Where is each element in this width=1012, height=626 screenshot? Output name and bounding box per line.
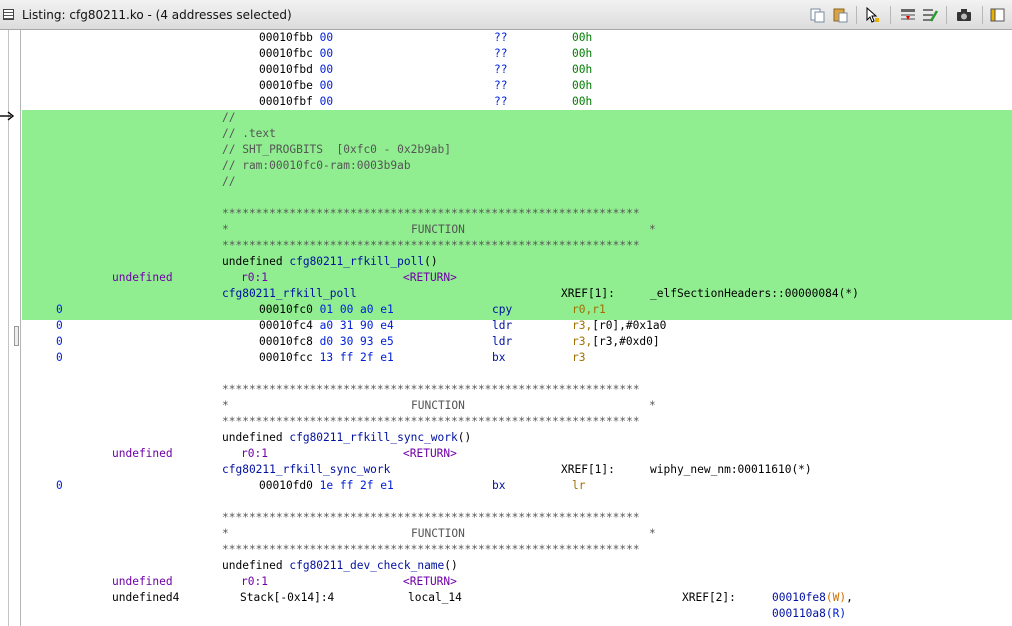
- data-mnemonic: ??: [494, 95, 508, 108]
- data-mnemonic: ??: [494, 79, 508, 92]
- stack-depth: 0: [56, 335, 63, 348]
- param-type: undefined4: [112, 591, 180, 604]
- return-tag: <RETURN>: [403, 575, 457, 588]
- instruction-row[interactable]: 00010fd0 1e ff 2f e1: [259, 478, 394, 494]
- function-signature[interactable]: undefined cfg80211_rfkill_poll(): [222, 254, 438, 270]
- data-operand: 00h: [572, 31, 593, 44]
- data-operand: 00h: [572, 47, 593, 60]
- section-comment: // ram:00010fc0-ram:0003b9ab: [222, 159, 411, 172]
- xref-header: XREF[1]:: [561, 463, 615, 476]
- section-comment: //: [222, 111, 236, 124]
- banner-star: *: [222, 527, 229, 540]
- data-mnemonic: ??: [494, 63, 508, 76]
- banner-star: *: [649, 399, 656, 412]
- xref-link[interactable]: 000110a8(R): [772, 606, 846, 622]
- function-banner-label: FUNCTION: [411, 399, 465, 412]
- function-banner-border: ****************************************…: [222, 511, 640, 524]
- stack-depth: 0: [56, 351, 63, 364]
- return-register: r0:1: [241, 575, 268, 588]
- banner-star: *: [649, 527, 656, 540]
- banner-star: *: [649, 223, 656, 236]
- banner-star: *: [222, 223, 229, 236]
- instruction-operands: lr: [572, 479, 586, 492]
- function-banner-border: ****************************************…: [222, 415, 640, 428]
- data-row[interactable]: 00010fbe 00: [259, 78, 333, 94]
- xref-link[interactable]: _elfSectionHeaders::00000084(*): [650, 286, 859, 302]
- banner-star: *: [222, 399, 229, 412]
- data-row[interactable]: 00010fbd 00: [259, 62, 333, 78]
- stack-depth: 0: [56, 319, 63, 332]
- instruction-operands: r3: [572, 351, 586, 364]
- instruction-row[interactable]: 00010fc8 d0 30 93 e5: [259, 334, 394, 350]
- instruction-mnemonic: cpy: [492, 303, 513, 316]
- function-signature[interactable]: undefined cfg80211_rfkill_sync_work(): [222, 430, 471, 446]
- xref-header: XREF[1]:: [561, 287, 615, 300]
- section-comment: // .text: [222, 127, 276, 140]
- instruction-operands: r0,r1: [572, 303, 606, 316]
- snapshot-icon[interactable]: [956, 7, 972, 23]
- copy-icon[interactable]: [810, 7, 826, 23]
- xref-header: XREF[2]:: [682, 591, 736, 604]
- instruction-operands: r3,[r0],#0x1a0: [572, 319, 667, 332]
- data-operand: 00h: [572, 95, 593, 108]
- data-mnemonic: ??: [494, 31, 508, 44]
- function-signature[interactable]: undefined cfg80211_dev_check_name(): [222, 558, 458, 574]
- cursor-select-icon[interactable]: [864, 7, 880, 23]
- data-row[interactable]: 00010fbb 00: [259, 30, 333, 46]
- xref-link[interactable]: 00010fe8(W),: [772, 590, 853, 606]
- window-title: Listing: cfg80211.ko - (4 addresses sele…: [22, 8, 292, 22]
- data-mnemonic: ??: [494, 47, 508, 60]
- instruction-mnemonic: bx: [492, 351, 506, 364]
- function-banner-label: FUNCTION: [411, 527, 465, 540]
- stack-depth: 0: [56, 303, 63, 316]
- function-label[interactable]: cfg80211_rfkill_sync_work: [222, 462, 390, 478]
- instruction-row[interactable]: 00010fc4 a0 31 90 e4: [259, 318, 394, 334]
- return-type: undefined: [112, 271, 173, 284]
- instruction-operands: r3,[r3,#0xd0]: [572, 335, 660, 348]
- data-operand: 00h: [572, 79, 593, 92]
- field-layout-icon[interactable]: [900, 7, 916, 23]
- edit-fields-icon[interactable]: [922, 7, 938, 23]
- window-menu-icon[interactable]: [990, 7, 1006, 23]
- return-register: r0:1: [241, 447, 268, 460]
- function-name: cfg80211_rfkill_sync_work: [289, 431, 458, 444]
- section-comment: //: [222, 175, 236, 188]
- return-type: undefined: [112, 447, 173, 460]
- return-tag: <RETURN>: [403, 271, 457, 284]
- data-operand: 00h: [572, 63, 593, 76]
- instruction-row[interactable]: 00010fcc 13 ff 2f e1: [259, 350, 394, 366]
- margin-resize-handle[interactable]: [14, 326, 19, 346]
- paste-icon[interactable]: [832, 7, 848, 23]
- function-name: cfg80211_dev_check_name: [289, 559, 445, 572]
- function-banner-label: FUNCTION: [411, 223, 465, 236]
- section-comment: // SHT_PROGBITS [0xfc0 - 0x2b9ab]: [222, 143, 452, 156]
- stack-depth: 0: [56, 479, 63, 492]
- function-name: cfg80211_rfkill_poll: [289, 255, 425, 268]
- return-type: undefined: [112, 575, 173, 588]
- function-banner-border: ****************************************…: [222, 383, 640, 396]
- cursor-arrow-icon: [0, 111, 15, 121]
- instruction-mnemonic: bx: [492, 479, 506, 492]
- instruction-mnemonic: ldr: [492, 335, 513, 348]
- param-storage: Stack[-0x14]:4: [240, 591, 335, 604]
- function-banner-border: ****************************************…: [222, 207, 640, 220]
- listing-margin[interactable]: [0, 30, 21, 626]
- listing-title-bar: Listing: cfg80211.ko - (4 addresses sele…: [0, 0, 1012, 30]
- data-row[interactable]: 00010fbf 00: [259, 94, 333, 110]
- instruction-row[interactable]: 00010fc0 01 00 a0 e1: [259, 302, 394, 318]
- return-tag: <RETURN>: [403, 447, 457, 460]
- listing-view[interactable]: 00010fbb 00 ?? 00h 00010fbc 00 ?? 00h 00…: [22, 30, 1012, 626]
- return-register: r0:1: [241, 271, 268, 284]
- function-label[interactable]: cfg80211_rfkill_poll: [222, 286, 357, 302]
- instruction-mnemonic: ldr: [492, 319, 513, 332]
- listing-window-icon: [3, 9, 14, 20]
- function-banner-border: ****************************************…: [222, 543, 640, 556]
- param-name[interactable]: local_14: [408, 590, 462, 606]
- xref-link[interactable]: wiphy_new_nm:00011610(*): [650, 462, 812, 478]
- function-banner-border: ****************************************…: [222, 239, 640, 252]
- data-row[interactable]: 00010fbc 00: [259, 46, 333, 62]
